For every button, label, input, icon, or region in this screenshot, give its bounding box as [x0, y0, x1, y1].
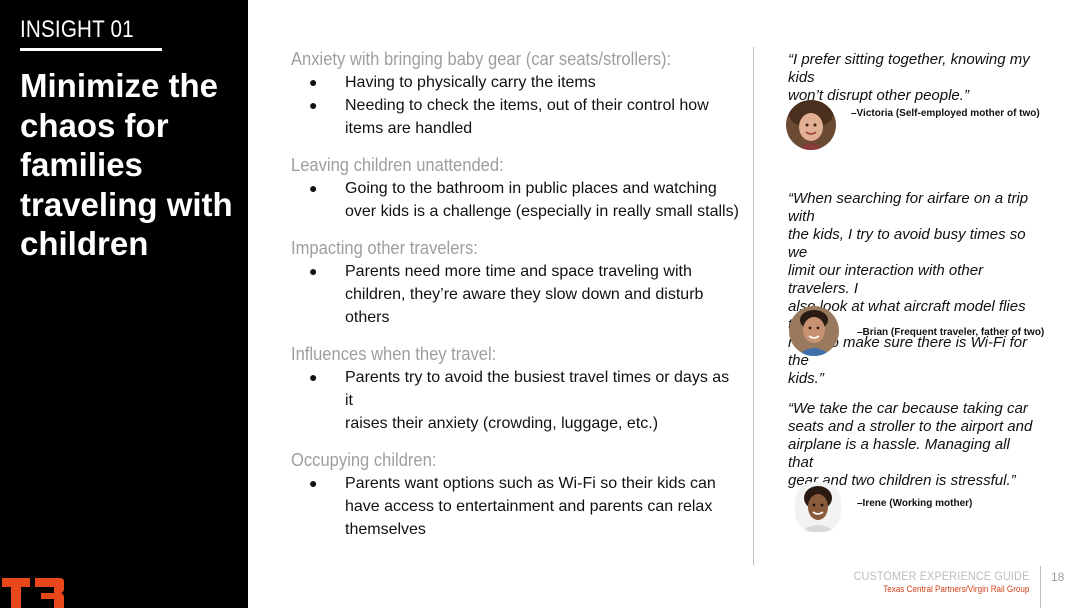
bullet-text: Needing to check the items, out of their…: [345, 94, 709, 140]
section-title: Anxiety with bringing baby gear (car sea…: [291, 49, 672, 69]
headline-line: families: [20, 146, 143, 183]
bullet-item: ● Parents need more time and space travel…: [291, 260, 741, 329]
sidebar-panel: INSIGHT 01 Minimize the chaos for famili…: [0, 0, 248, 608]
insight-section: Leaving children unattended: ● Going to th…: [291, 154, 741, 223]
bullet-text: Parents need more time and space traveli…: [345, 260, 703, 329]
quote-victoria: “I prefer sitting together, knowing my k…: [788, 51, 1038, 105]
avatar-victoria: [786, 100, 836, 150]
footer-divider: [1040, 566, 1041, 608]
t3-logo: [0, 574, 66, 608]
bullet-line: over kids is a challenge (especially in …: [345, 203, 739, 220]
bullet-list: ● Going to the bathroom in public places …: [291, 177, 741, 223]
insight-section: Impacting other travelers: ● Parents need …: [291, 237, 741, 329]
quote-line: “When searching for airfare on a trip wi…: [788, 190, 1029, 225]
bullet-line: Needing to check the items, out of their…: [345, 97, 709, 114]
bullet-item: ● Needing to check the items, out of thei…: [291, 94, 741, 140]
bullet-line: items are handled: [345, 120, 473, 137]
bullet-item: ● Going to the bathroom in public places …: [291, 177, 741, 223]
quote-line: “We take the car because taking car: [788, 400, 1028, 417]
quote-line: limit our interaction with other travele…: [788, 262, 984, 297]
quote-line: kids.”: [788, 370, 824, 387]
section-title: Leaving children unattended:: [291, 155, 504, 175]
bullet-line: Parents need more time and space traveli…: [345, 263, 692, 280]
quote-line: won’t disrupt other people.”: [788, 87, 969, 104]
footer-subtitle: Texas Central Partners/Virgin Rail Group: [882, 584, 1029, 594]
bullet-text: Parents want options such as Wi-Fi so th…: [345, 472, 716, 541]
avatar-brian: [789, 306, 839, 356]
bullet-line: have access to entertainment and parents…: [345, 498, 713, 515]
headline-line: children: [20, 225, 149, 262]
bullet-item: ● Having to physically carry the items: [291, 71, 741, 94]
bullet-text: Going to the bathroom in public places a…: [345, 177, 739, 223]
bullet-line: Having to physically carry the items: [345, 74, 596, 91]
bullet-line: children, they’re aware they slow down a…: [345, 286, 704, 303]
column-divider: [753, 47, 754, 565]
insight-headline: Minimize the chaos for families travelin…: [20, 66, 245, 264]
bullet-line: raises their anxiety (crowding, luggage,…: [345, 415, 659, 432]
quote-irene: “We take the car because taking car seat…: [788, 400, 1038, 490]
quote-line: the kids, I try to avoid busy times so w…: [788, 226, 1026, 261]
bullet-list: ● Parents need more time and space travel…: [291, 260, 741, 329]
bullet-item: ● Parents want options such as Wi-Fi so t…: [291, 472, 741, 541]
attribution-brian: –Brian (Frequent traveler, father of two…: [857, 327, 1045, 338]
bullet-item: ● Parents try to avoid the busiest travel…: [291, 366, 741, 435]
bullet-text: Having to physically carry the items: [345, 71, 596, 94]
avatar-irene: [795, 482, 841, 532]
headline-line: traveling with: [20, 185, 233, 223]
insight-section: Influences when they travel: ● Parents try…: [291, 343, 741, 435]
bullet-dot-icon: ●: [309, 475, 318, 491]
bullet-dot-icon: ●: [309, 263, 318, 279]
attribution-victoria: –Victoria (Self-employed mother of two): [851, 108, 1040, 119]
bullet-line: Parents want options such as Wi-Fi so th…: [345, 475, 716, 492]
bullet-line: others: [345, 309, 390, 326]
attribution-irene: –Irene (Working mother): [857, 498, 973, 509]
bullet-dot-icon: ●: [309, 369, 318, 385]
insight-underline: [20, 48, 162, 51]
bullet-list: ● Having to physically carry the items ● Ne…: [291, 71, 741, 140]
quote-line: seats and a stroller to the airport and: [788, 418, 1033, 435]
quote-line: airplane is a hassle. Managing all that: [788, 436, 1010, 471]
section-title: Occupying children:: [291, 450, 437, 470]
insight-section: Anxiety with bringing baby gear (car sea…: [291, 48, 741, 140]
insights-list: Anxiety with bringing baby gear (car sea…: [291, 48, 741, 541]
bullet-list: ● Parents try to avoid the busiest travel…: [291, 366, 741, 435]
quote-line: “I prefer sitting together, knowing my k…: [788, 51, 1030, 86]
headline-line: chaos for: [20, 106, 169, 144]
headline-line: Minimize the: [20, 67, 219, 104]
bullet-line: Parents try to avoid the busiest travel …: [345, 369, 730, 409]
section-title: Influences when they travel:: [291, 344, 497, 364]
bullet-list: ● Parents want options such as Wi-Fi so t…: [291, 472, 741, 541]
bullet-dot-icon: ●: [309, 74, 318, 90]
page-number: 18: [1051, 570, 1065, 584]
footer-guide-title: CUSTOMER EXPERIENCE GUIDE: [853, 569, 1029, 583]
bullet-line: themselves: [345, 521, 426, 538]
insight-section: Occupying children: ● Parents want options…: [291, 449, 741, 541]
bullet-text: Parents try to avoid the busiest travel …: [345, 366, 741, 435]
bullet-dot-icon: ●: [309, 97, 318, 113]
bullet-line: Going to the bathroom in public places a…: [345, 180, 717, 197]
bullet-dot-icon: ●: [309, 180, 318, 196]
quote-brian: “When searching for airfare on a trip wi…: [788, 190, 1038, 388]
section-title: Impacting other travelers:: [291, 238, 478, 258]
insight-label: INSIGHT 01: [20, 16, 134, 43]
